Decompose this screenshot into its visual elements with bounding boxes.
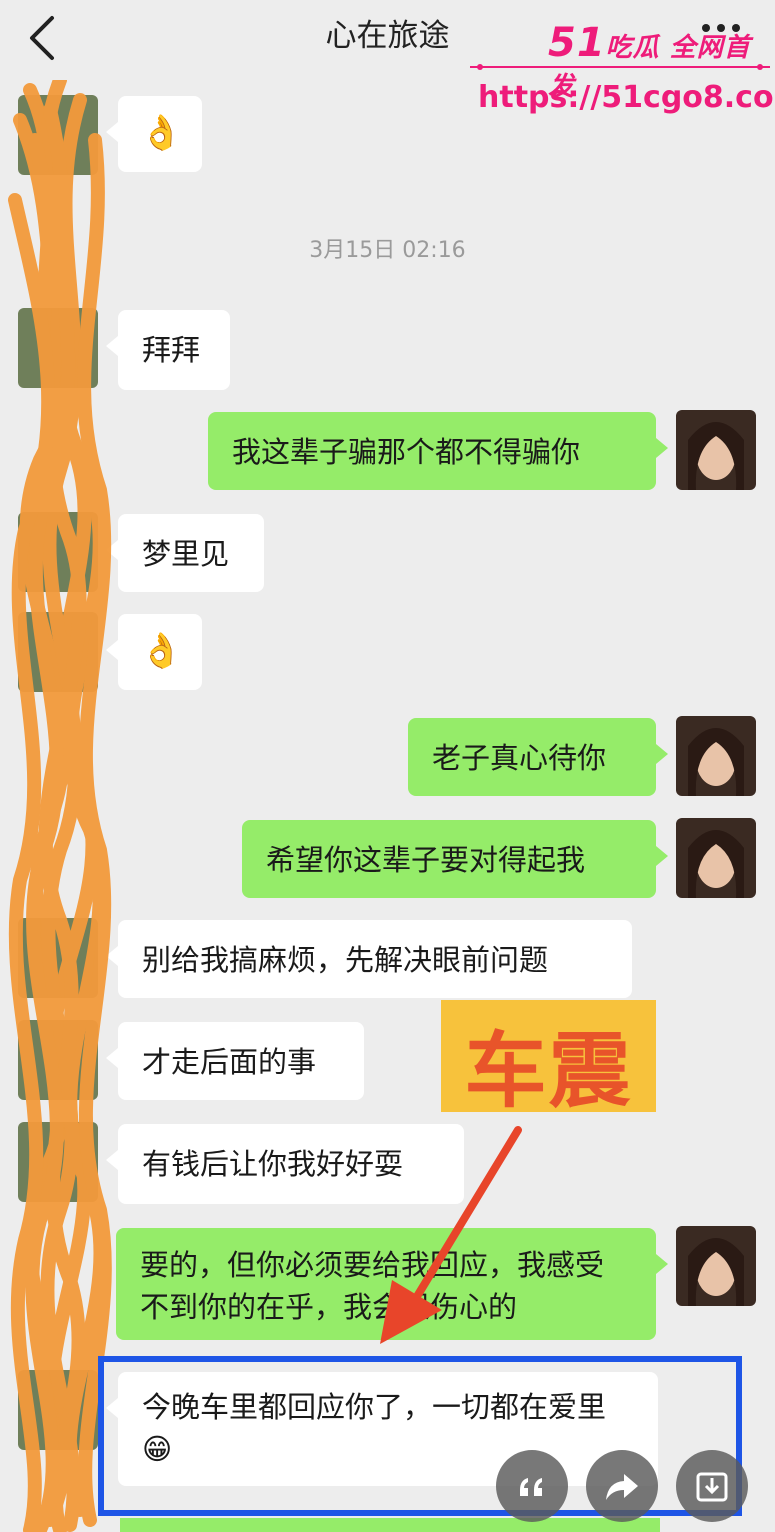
annotation-arrow: [380, 1126, 522, 1344]
watermark-url: https://51cgo8.com: [478, 80, 775, 115]
ok-hand-emoji: 👌: [140, 631, 183, 671]
message-text: 老子真心待你: [432, 741, 607, 775]
message-bubble-left[interactable]: 别给我搞麻烦，先解决眼前问题: [106, 920, 632, 998]
message-text: 才走后面的事: [142, 1045, 317, 1079]
self-avatar[interactable]: [676, 410, 756, 490]
watermark-divider: [470, 64, 770, 70]
quote-icon: [520, 1478, 542, 1496]
portrait-image: [676, 818, 756, 898]
forward-icon: [606, 1474, 638, 1500]
download-icon: [696, 1472, 728, 1502]
quote-button[interactable]: [496, 1450, 568, 1522]
chat-screen: 心在旅途 51吃瓜 全网首发 https://51cgo8.com 3月15日 …: [0, 0, 775, 1532]
message-text: 别给我搞麻烦，先解决眼前问题: [142, 943, 549, 977]
next-message-bubble-partial: [120, 1518, 660, 1532]
message-bubble-left[interactable]: 才走后面的事: [106, 1022, 364, 1100]
ok-hand-emoji: 👌: [140, 113, 183, 153]
message-text: 希望你这辈子要对得起我: [266, 843, 586, 877]
message-bubble-right[interactable]: 老子真心待你: [408, 718, 668, 796]
privacy-scribble: [8, 80, 112, 1532]
self-avatar[interactable]: [676, 818, 756, 898]
self-avatar[interactable]: [676, 716, 756, 796]
portrait-image: [676, 410, 756, 490]
portrait-image: [676, 716, 756, 796]
message-bubble-right[interactable]: 我这辈子骗那个都不得骗你: [208, 412, 668, 490]
portrait-image: [676, 1226, 756, 1306]
self-avatar[interactable]: [676, 1226, 756, 1306]
message-text: 有钱后让你我好好耍: [142, 1147, 404, 1181]
save-button[interactable]: [676, 1450, 748, 1522]
message-text: 拜拜: [142, 333, 201, 367]
forward-button[interactable]: [586, 1450, 658, 1522]
watermark-brand-number: 51: [548, 20, 606, 66]
message-text: 梦里见: [142, 537, 230, 571]
message-bubble-right[interactable]: 希望你这辈子要对得起我: [242, 820, 668, 898]
message-text: 我这辈子骗那个都不得骗你: [232, 435, 581, 469]
annotation-label: 车震: [464, 1024, 633, 1119]
